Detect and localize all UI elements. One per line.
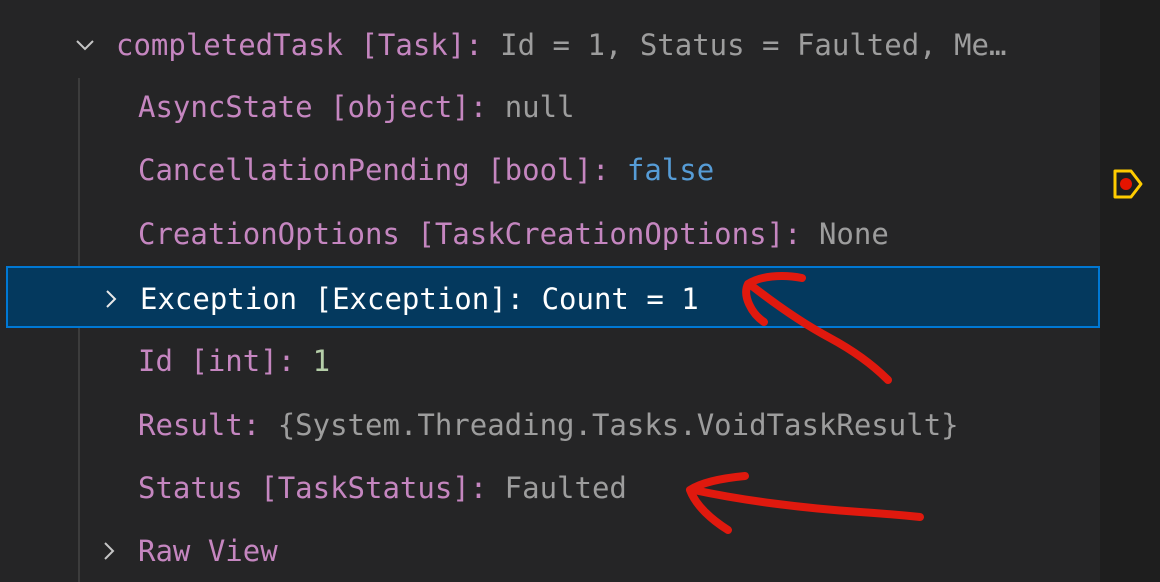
annotation-arrow-status (686, 472, 924, 534)
annotation-arrow-exception (742, 272, 892, 384)
annotation-overlay (686, 272, 924, 534)
